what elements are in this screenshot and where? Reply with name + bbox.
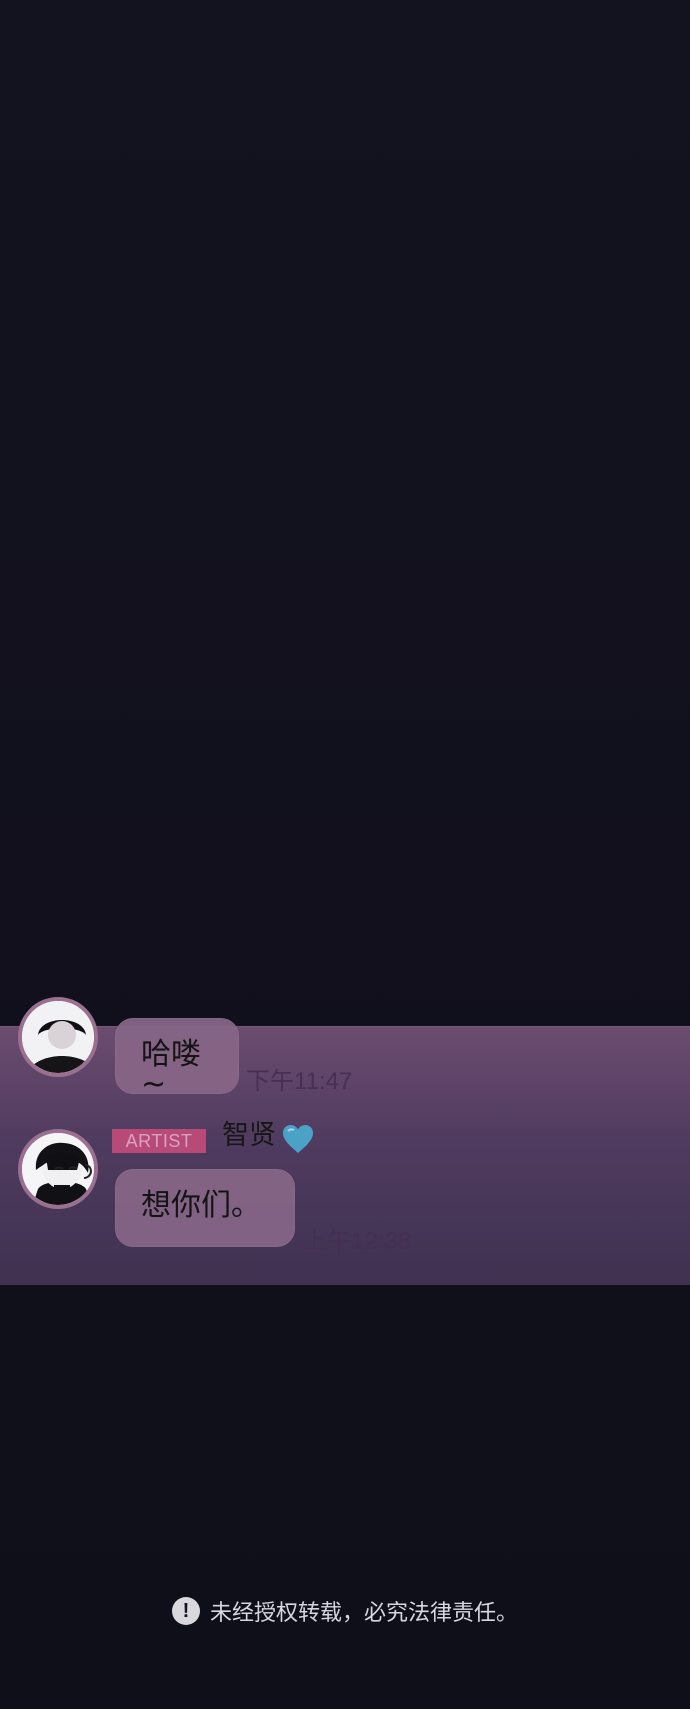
message-text: 哈喽~	[141, 1037, 201, 1102]
message-bubble: 哈喽~	[115, 1018, 239, 1100]
footer-notice: ! 未经授权转载，必究法律责任。	[0, 1593, 690, 1629]
chat-panel: 哈喽~ 下午11:47 ARTIST 智贤 想你们。 上午12:38	[0, 997, 690, 1285]
copyright-notice: 未经授权转载，必究法律责任。	[209, 1601, 518, 1626]
artist-badge: ARTIST	[112, 1129, 206, 1153]
sender-name: 智贤	[222, 1120, 276, 1151]
heart-icon	[283, 1125, 313, 1153]
message-time: 上午12:38	[303, 1228, 412, 1255]
avatar	[18, 997, 98, 1077]
message-text: 想你们。	[141, 1188, 261, 1223]
avatar-illustration	[22, 1133, 94, 1205]
page: 哈喽~ 下午11:47 ARTIST 智贤 想你们。 上午12:38 ! 未经授…	[0, 0, 690, 1709]
warning-icon: !	[171, 1597, 200, 1625]
avatar	[18, 1129, 98, 1209]
avatar-illustration	[22, 1001, 94, 1073]
message-time: 下午11:47	[246, 1068, 353, 1095]
message-bubble: 想你们。	[115, 1169, 295, 1247]
